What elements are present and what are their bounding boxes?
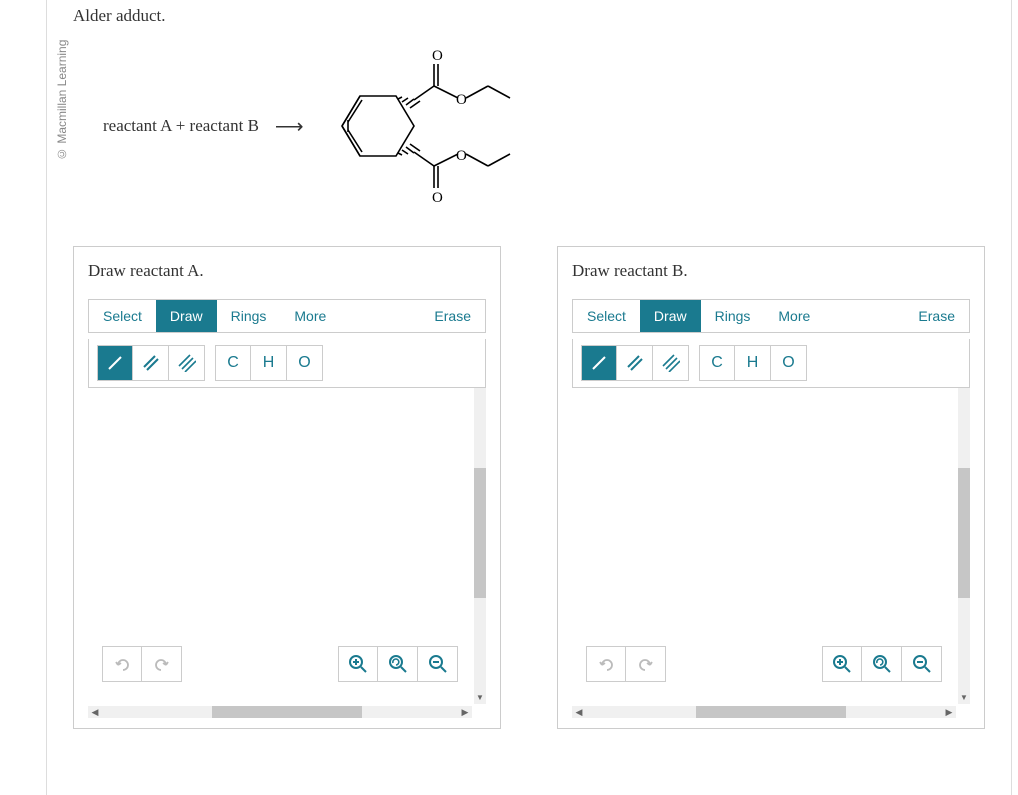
vertical-scrollbar[interactable]: ▼ xyxy=(474,388,486,704)
horizontal-scrollbar[interactable]: ◀ ▶ xyxy=(572,706,956,718)
single-bond-button[interactable] xyxy=(97,345,133,381)
tab-select[interactable]: Select xyxy=(89,300,156,332)
undo-button[interactable] xyxy=(102,646,142,682)
reaction-label: reactant A + reactant B xyxy=(103,116,259,136)
main-content: Alder adduct. reactant A + reactant B ⟶ xyxy=(46,0,1012,795)
single-bond-button[interactable] xyxy=(581,345,617,381)
svg-text:O: O xyxy=(456,148,467,164)
product-structure: O O O O xyxy=(324,46,544,206)
horizontal-scrollbar[interactable]: ◀ ▶ xyxy=(88,706,472,718)
svg-text:O: O xyxy=(432,190,443,206)
subtoolbar-b: C H O xyxy=(572,339,970,388)
tab-erase[interactable]: Erase xyxy=(904,300,969,332)
canvas-wrap-a: ▼ ◀ ▶ xyxy=(88,388,486,718)
tab-select[interactable]: Select xyxy=(573,300,640,332)
atom-c-button[interactable]: C xyxy=(215,345,251,381)
zoom-out-icon xyxy=(912,654,932,674)
zoom-reset-button[interactable] xyxy=(862,646,902,682)
zoom-reset-icon xyxy=(872,654,892,674)
zoom-out-button[interactable] xyxy=(902,646,942,682)
tab-more[interactable]: More xyxy=(280,300,340,332)
atom-o-button[interactable]: O xyxy=(771,345,807,381)
zoom-out-icon xyxy=(428,654,448,674)
triple-bond-button[interactable] xyxy=(653,345,689,381)
tab-rings[interactable]: Rings xyxy=(701,300,765,332)
zoom-in-icon xyxy=(832,654,852,674)
atom-h-button[interactable]: H xyxy=(735,345,771,381)
zoom-out-button[interactable] xyxy=(418,646,458,682)
vertical-scrollbar[interactable]: ▼ xyxy=(958,388,970,704)
tab-rings[interactable]: Rings xyxy=(217,300,281,332)
redo-icon xyxy=(637,655,655,673)
panel-b-title: Draw reactant B. xyxy=(572,261,970,281)
zoom-reset-icon xyxy=(388,654,408,674)
panel-reactant-a: Draw reactant A. Select Draw Rings More … xyxy=(73,246,501,729)
zoom-in-button[interactable] xyxy=(338,646,378,682)
undo-icon xyxy=(113,655,131,673)
reaction-scheme: reactant A + reactant B ⟶ xyxy=(103,46,985,206)
reaction-arrow-icon: ⟶ xyxy=(275,114,304,139)
toolbar-a: Select Draw Rings More Erase xyxy=(88,299,486,333)
panel-reactant-b: Draw reactant B. Select Draw Rings More … xyxy=(557,246,985,729)
double-bond-button[interactable] xyxy=(133,345,169,381)
tab-draw[interactable]: Draw xyxy=(640,300,701,332)
zoom-in-icon xyxy=(348,654,368,674)
undo-button[interactable] xyxy=(586,646,626,682)
atom-o-button[interactable]: O xyxy=(287,345,323,381)
redo-button[interactable] xyxy=(626,646,666,682)
svg-text:O: O xyxy=(432,48,443,64)
undo-icon xyxy=(597,655,615,673)
tab-more[interactable]: More xyxy=(764,300,824,332)
intro-text: Alder adduct. xyxy=(73,6,985,26)
subtoolbar-a: C H O xyxy=(88,339,486,388)
svg-text:O: O xyxy=(456,92,467,108)
double-bond-button[interactable] xyxy=(617,345,653,381)
triple-bond-button[interactable] xyxy=(169,345,205,381)
canvas-wrap-b: ▼ ◀ ▶ xyxy=(572,388,970,718)
toolbar-b: Select Draw Rings More Erase xyxy=(572,299,970,333)
zoom-reset-button[interactable] xyxy=(378,646,418,682)
zoom-in-button[interactable] xyxy=(822,646,862,682)
redo-button[interactable] xyxy=(142,646,182,682)
tab-draw[interactable]: Draw xyxy=(156,300,217,332)
atom-h-button[interactable]: H xyxy=(251,345,287,381)
atom-c-button[interactable]: C xyxy=(699,345,735,381)
redo-icon xyxy=(153,655,171,673)
drawing-panels: Draw reactant A. Select Draw Rings More … xyxy=(73,246,985,729)
panel-a-title: Draw reactant A. xyxy=(88,261,486,281)
tab-erase[interactable]: Erase xyxy=(420,300,485,332)
